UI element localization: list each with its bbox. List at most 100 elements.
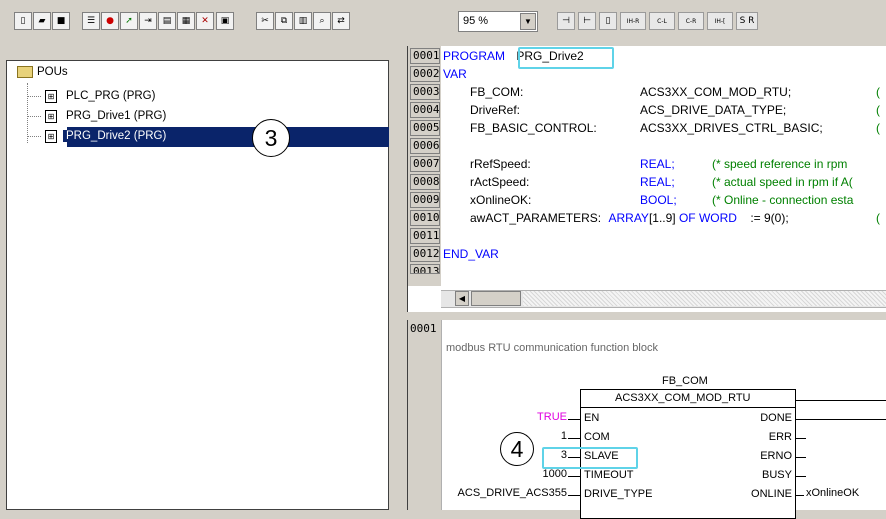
cut-icon[interactable]: ✂ — [256, 12, 274, 30]
var-name: FB_COM: — [470, 85, 524, 99]
find-icon[interactable]: ⌕ — [313, 12, 331, 30]
var-comment: ( — [876, 103, 880, 117]
array-var-line: awACT_PARAMETERS: ARRAY[1..9] OF WORD :=… — [470, 211, 789, 225]
input-value[interactable]: TRUE — [537, 411, 567, 423]
program-name-highlight — [518, 47, 614, 69]
array-keyword: ARRAY — [608, 211, 649, 225]
line-number: 0008 — [410, 174, 440, 190]
tree-item-prg-drive1[interactable]: ⊞ PRG_Drive1 (PRG) — [27, 107, 169, 125]
line-number: 0009 — [410, 192, 440, 208]
copy-icon[interactable]: ⧉ — [275, 12, 293, 30]
network-gutter: 0001 — [408, 320, 442, 510]
var-type: ACS3XX_DRIVES_CTRL_BASIC; — [640, 121, 823, 135]
fbd-bracket-icon[interactable]: IH-[ — [707, 12, 733, 30]
new-icon[interactable]: ▯ — [14, 12, 32, 30]
scrollbar-thumb[interactable] — [471, 291, 521, 306]
fbd-coil-left-icon[interactable]: C-L — [649, 12, 675, 30]
output-value[interactable]: xOnlineOK — [806, 487, 859, 499]
line-number: 0010 — [410, 210, 440, 226]
line-number: 0011 — [410, 228, 440, 244]
line-number: 0012 — [410, 246, 440, 262]
fbd-editor[interactable]: 0001 modbus RTU communication function b… — [407, 320, 886, 519]
chevron-down-icon[interactable]: ▼ — [520, 13, 536, 30]
run-icon[interactable]: ➚ — [120, 12, 138, 30]
zoom-select[interactable]: 95 % ▼ — [458, 11, 538, 32]
input-wire — [568, 419, 580, 420]
slave-input-highlight — [542, 447, 638, 469]
tree-connector — [27, 115, 41, 117]
array-range: [1..9] — [648, 211, 676, 225]
input-value[interactable]: 1 — [561, 430, 567, 442]
tree-item-label: PRG_Drive2 (PRG) — [63, 130, 170, 142]
pou-icon: ⊞ — [45, 89, 57, 103]
line-number: 0003 — [410, 84, 440, 100]
insert-input-icon[interactable]: ⊢ — [578, 12, 596, 30]
line-number: 0002 — [410, 66, 440, 82]
output-pin: DONE — [760, 412, 792, 424]
folder-icon — [17, 66, 33, 78]
compile-icon[interactable]: ▦ — [177, 12, 195, 30]
var-comment: (* actual speed in rpm if A( — [712, 175, 853, 189]
line-number: 0013 — [410, 264, 440, 274]
tree-item-label: PRG_Drive1 (PRG) — [66, 110, 167, 122]
output-pin: ERNO — [760, 450, 792, 462]
zoom-value: 95 % — [463, 15, 489, 27]
var-name: awACT_PARAMETERS: — [470, 211, 602, 225]
var-type: ACS_DRIVE_DATA_TYPE; — [640, 103, 787, 117]
output-wire — [796, 400, 886, 401]
var-name: rActSpeed: — [470, 175, 530, 189]
line-number: 0004 — [410, 102, 440, 118]
horizontal-scrollbar[interactable]: ◀ — [441, 290, 886, 308]
replace-icon[interactable]: ⇄ — [332, 12, 350, 30]
paste-icon[interactable]: ▥ — [294, 12, 312, 30]
input-value[interactable]: 1000 — [543, 468, 567, 480]
var-name: rRefSpeed: — [470, 157, 531, 171]
output-pin: ERR — [768, 431, 792, 443]
tree-connector — [27, 135, 41, 137]
tree-root[interactable]: POUs — [17, 66, 68, 78]
input-value[interactable]: ACS_DRIVE_ACS355 — [458, 487, 567, 499]
var-comment: (* Online - connection esta — [712, 193, 854, 207]
block-type: ACS3XX_COM_MOD_RTU — [615, 392, 751, 404]
set-reset-icon[interactable]: S R — [736, 12, 758, 30]
output-pin: BUSY — [762, 469, 792, 481]
code-line-end-var: END_VAR — [443, 247, 499, 261]
block-divider — [581, 407, 795, 408]
input-pin: EN — [584, 412, 600, 424]
declaration-editor[interactable]: 0001 0002 0003 0004 0005 0006 0007 0008 … — [407, 46, 886, 312]
insert-icon[interactable]: ☰ — [82, 12, 100, 30]
var-name: FB_BASIC_CONTROL: — [470, 121, 597, 135]
stop-icon[interactable]: ● — [101, 12, 119, 30]
output-wire — [796, 495, 804, 496]
output-wire — [796, 457, 806, 458]
output-wire — [796, 419, 886, 420]
var-type: ACS3XX_COM_MOD_RTU; — [640, 85, 792, 99]
tree-connector — [27, 95, 41, 97]
print-icon[interactable]: ▤ — [158, 12, 176, 30]
step-icon[interactable]: ⇥ — [139, 12, 157, 30]
save-icon[interactable]: ■ — [52, 12, 70, 30]
tree-item-plc-prg[interactable]: ⊞ PLC_PRG (PRG) — [27, 87, 158, 105]
open-icon[interactable]: ▰ — [33, 12, 51, 30]
var-comment: ( — [876, 121, 880, 135]
export-icon[interactable]: ✕ — [196, 12, 214, 30]
line-number: 0001 — [410, 48, 440, 64]
tree-item-label: PLC_PRG (PRG) — [66, 90, 156, 102]
var-comment: (* speed reference in rpm — [712, 157, 848, 171]
scroll-left-icon[interactable]: ◀ — [455, 291, 469, 306]
network-number: 0001 — [410, 322, 437, 335]
fbd-coil-right-icon[interactable]: C-R — [678, 12, 704, 30]
output-wire — [796, 438, 806, 439]
var-comment: ( — [876, 211, 880, 225]
window-icon[interactable]: ▣ — [216, 12, 234, 30]
insert-box-icon[interactable]: ⊣ — [557, 12, 575, 30]
of-keyword: OF — [678, 211, 696, 225]
network-comment: modbus RTU communication function block — [446, 342, 658, 354]
fbd-contact-icon[interactable]: IH-R — [620, 12, 646, 30]
insert-output-icon[interactable]: ▯ — [599, 12, 617, 30]
array-init: := 9(0); — [750, 211, 789, 225]
pane-splitter[interactable] — [407, 312, 886, 320]
input-wire — [568, 495, 580, 496]
scrollbar-track[interactable] — [523, 291, 886, 306]
line-number: 0006 — [410, 138, 440, 154]
